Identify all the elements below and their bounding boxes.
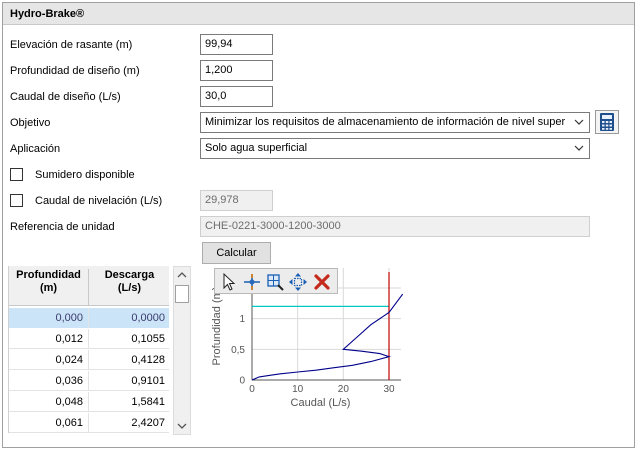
chevron-down-icon (574, 145, 584, 151)
header-descarga: Descarga (L/s) (89, 269, 169, 295)
header-descarga-line2: (L/s) (117, 282, 142, 294)
chevron-down-icon (574, 119, 584, 125)
table-row[interactable]: 0,061 2,4207 (9, 413, 169, 433)
objetivo-select[interactable]: Minimizar los requisitos de almacenamien… (200, 112, 590, 133)
header-profundidad: Profundidad (m) (9, 269, 89, 305)
chart-toolbar (214, 268, 338, 294)
table-scrollbar[interactable] (173, 266, 191, 435)
scroll-up-button[interactable] (174, 267, 190, 283)
y-tick-label: 0,5 (231, 345, 245, 356)
sumidero-checkbox[interactable] (10, 168, 23, 181)
aplicacion-label: Aplicación (10, 143, 61, 155)
y-tick-label: 0 (239, 376, 245, 387)
table-row[interactable]: 0,000 0,0000 (9, 308, 169, 328)
cell-profundidad: 0,036 (9, 371, 89, 391)
header-profundidad-line2: (m) (39, 282, 58, 294)
close-icon[interactable] (312, 272, 332, 292)
caudal-input[interactable]: 30,0 (200, 86, 273, 107)
chevron-up-icon (177, 272, 187, 278)
calcular-button[interactable]: Calcular (202, 242, 271, 264)
referencia-label: Referencia de unidad (10, 221, 115, 233)
table-row[interactable]: 0,012 0,1055 (9, 329, 169, 349)
table-row[interactable]: 0,048 1,5841 (9, 392, 169, 412)
cell-descarga: 1,5841 (131, 396, 165, 408)
calculator-button[interactable] (595, 110, 619, 134)
x-tick-label: 20 (338, 384, 350, 395)
aplicacion-select[interactable]: Solo agua superficial (200, 138, 590, 159)
sumidero-label: Sumidero disponible (35, 169, 135, 181)
cell-descarga: 0,4128 (131, 354, 165, 366)
pointer-icon[interactable] (219, 272, 239, 292)
cell-descarga: 2,4207 (131, 417, 165, 429)
elevacion-label: Elevación de rasante (m) (10, 39, 133, 51)
chevron-down-icon (177, 423, 187, 429)
caudal-label: Caudal de diseño (L/s) (10, 91, 121, 103)
depth-discharge-table: Profundidad (m) Descarga (L/s) 0,000 0,00… (8, 266, 169, 433)
cell-profundidad: 0,012 (9, 329, 89, 349)
header-profundidad-line1: Profundidad (16, 269, 81, 281)
table-row[interactable]: 0,024 0,4128 (9, 350, 169, 370)
cell-descarga: 0,0000 (89, 308, 169, 328)
x-tick-label: 0 (249, 384, 255, 395)
table-row[interactable]: 0,036 0,9101 (9, 371, 169, 391)
header-descarga-line1: Descarga (104, 269, 155, 281)
table-header: Profundidad (m) Descarga (L/s) (9, 266, 169, 306)
scroll-down-button[interactable] (174, 418, 190, 434)
profundidad-input[interactable]: 1,200 (200, 60, 273, 81)
objetivo-value: Minimizar los requisitos de almacenamien… (205, 116, 566, 128)
nivelacion-input: 29,978 (200, 190, 273, 211)
cell-profundidad: 0,024 (9, 350, 89, 370)
cell-descarga: 0,9101 (131, 375, 165, 387)
crosshair-icon[interactable] (242, 272, 262, 292)
cell-profundidad: 0,000 (9, 308, 89, 328)
nivelacion-checkbox[interactable] (10, 194, 23, 207)
x-tick-label: 10 (292, 384, 304, 395)
pan-icon[interactable] (288, 272, 308, 292)
aplicacion-value: Solo agua superficial (205, 142, 308, 154)
profundidad-label: Profundidad de diseño (m) (10, 65, 140, 77)
zoom-box-icon[interactable] (265, 272, 285, 292)
elevacion-input[interactable]: 99,94 (200, 34, 273, 55)
cell-profundidad: 0,061 (9, 413, 89, 433)
cell-descarga: 0,1055 (131, 333, 165, 345)
objetivo-label: Objetivo (10, 117, 51, 129)
scroll-thumb[interactable] (175, 285, 189, 303)
calculator-icon (600, 113, 614, 131)
panel-title: Hydro-Brake® (3, 3, 634, 25)
y-tick-label: 1 (239, 314, 245, 325)
cell-profundidad: 0,048 (9, 392, 89, 412)
y-axis-title: Profundidad (m) (211, 287, 223, 366)
x-axis-title: Caudal (L/s) (291, 397, 351, 409)
referencia-input: CHE-0221-3000-1200-3000 (200, 216, 590, 237)
nivelacion-label: Caudal de nivelación (L/s) (35, 195, 163, 207)
x-tick-label: 30 (383, 384, 395, 395)
